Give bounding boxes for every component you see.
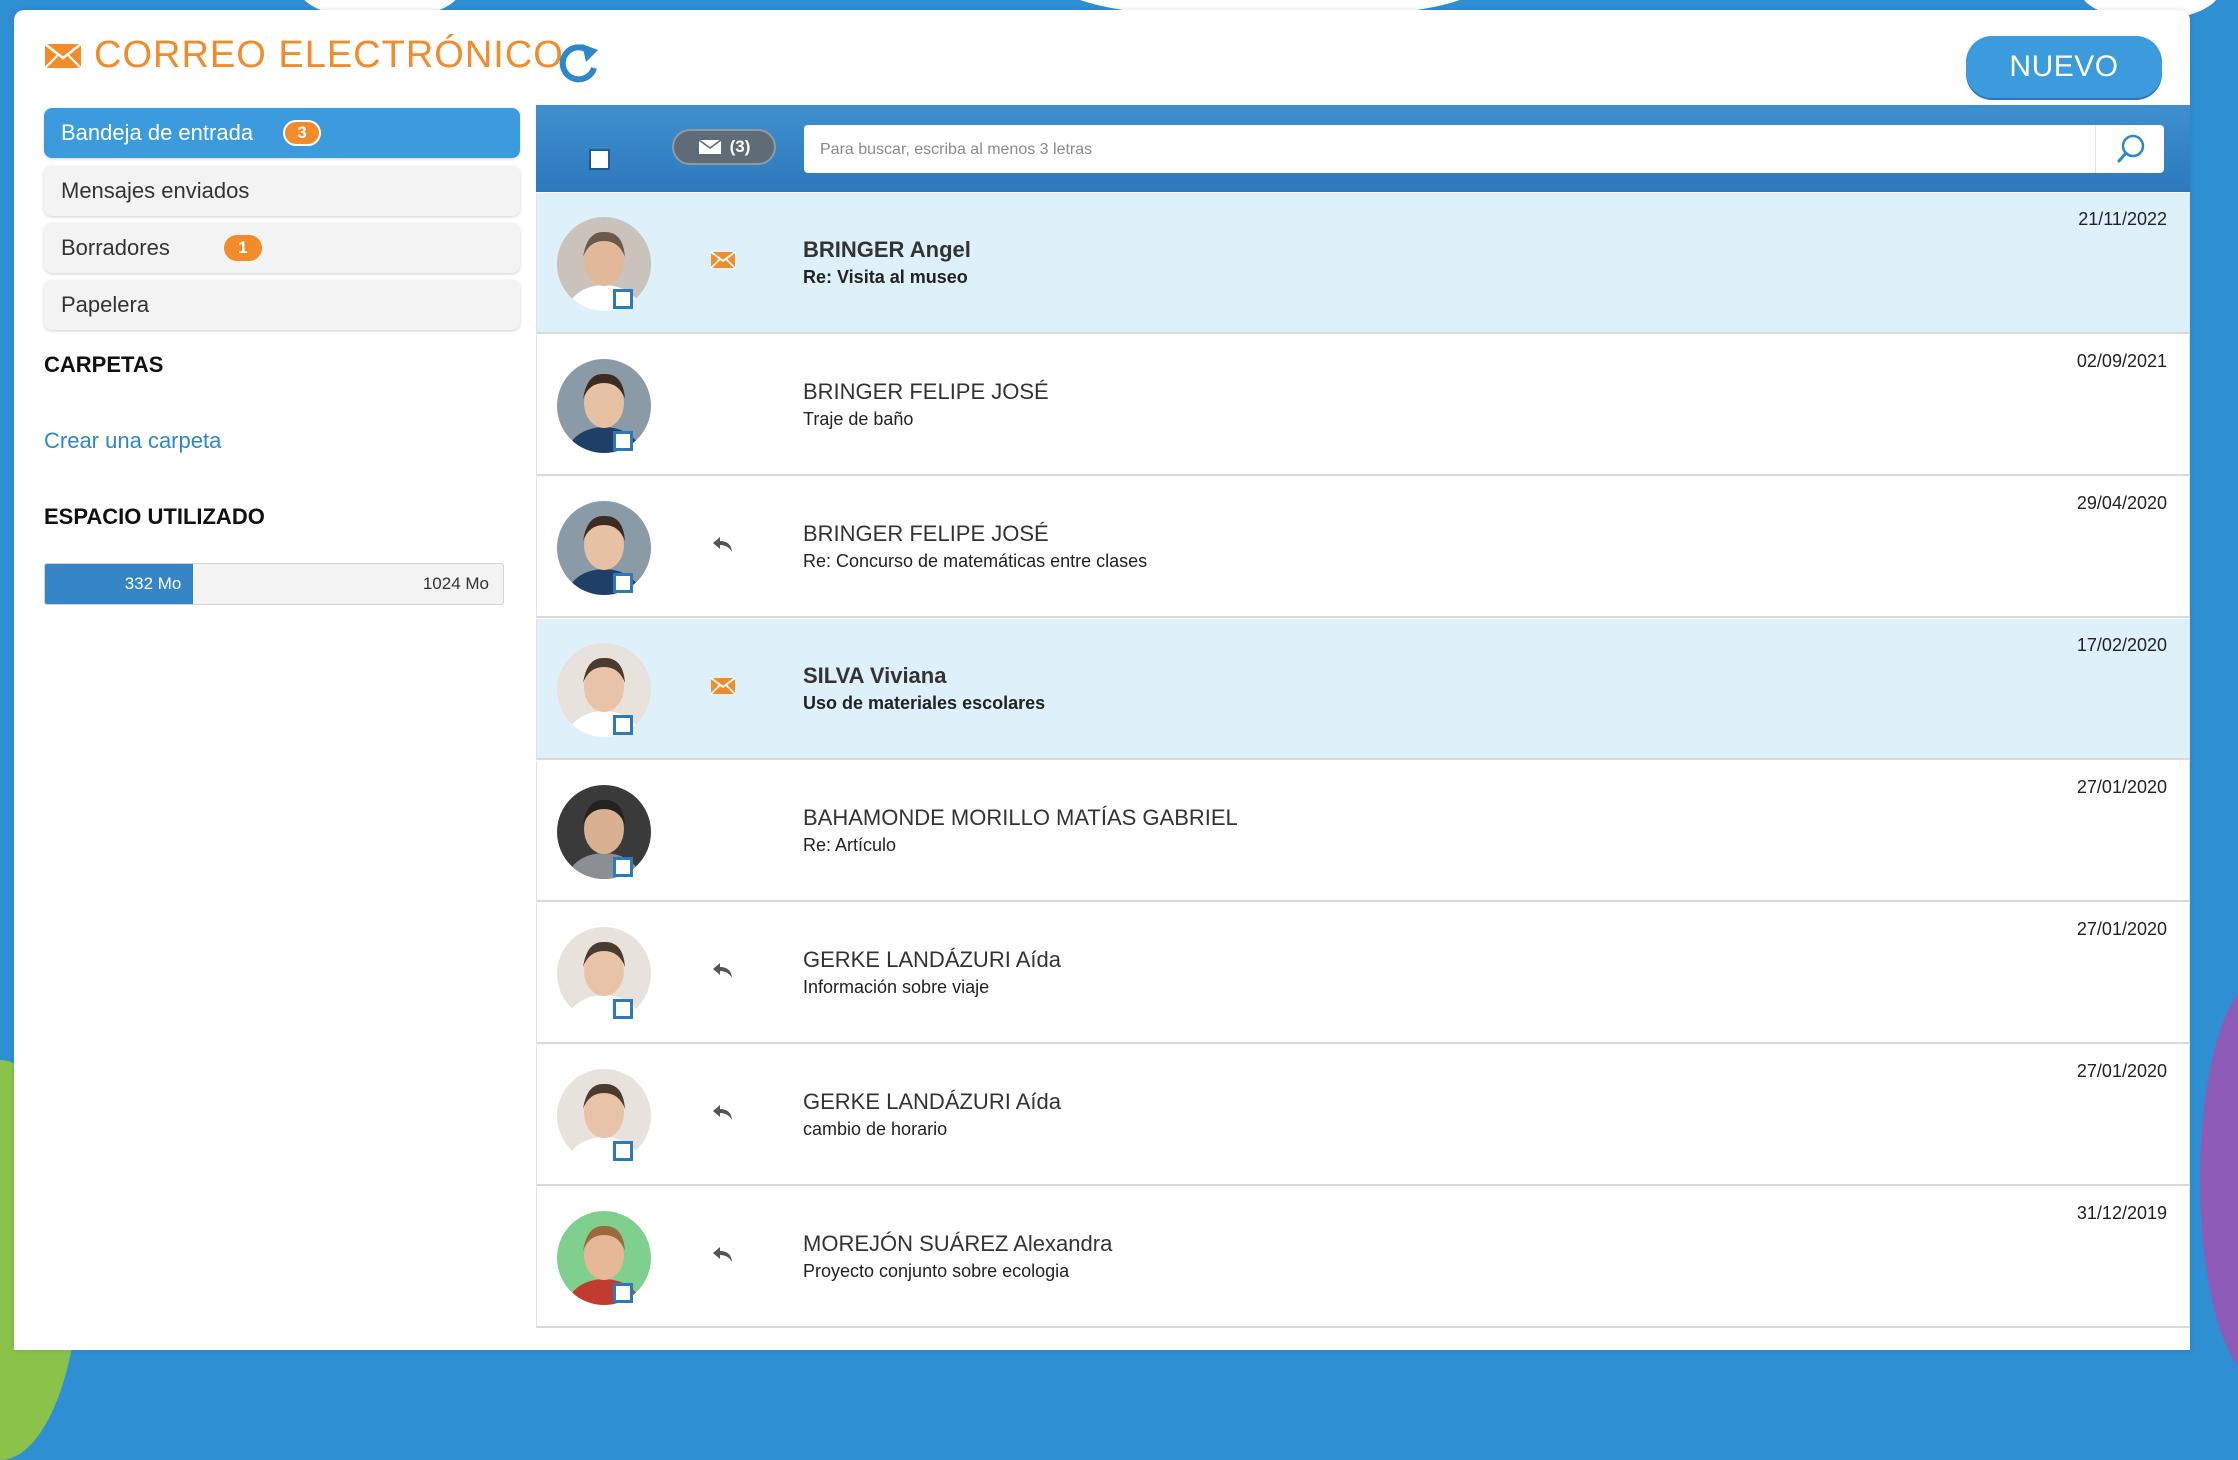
avatar bbox=[557, 359, 651, 453]
folder-sent[interactable]: Mensajes enviados bbox=[44, 166, 520, 216]
envelope-icon bbox=[698, 139, 722, 154]
avatar bbox=[557, 217, 651, 311]
row-checkbox[interactable] bbox=[613, 431, 633, 451]
new-message-button[interactable]: NUEVO MENSAJE bbox=[1966, 36, 2162, 145]
reply-icon bbox=[713, 1247, 732, 1262]
message-date: 31/12/2019 bbox=[2076, 1203, 2167, 1223]
message-row[interactable]: GERKE LANDÁZURI Aída cambio de horario 27/… bbox=[536, 1045, 2190, 1186]
folder-inbox[interactable]: Bandeja de entrada 3 bbox=[44, 108, 520, 158]
unread-badge: 3 bbox=[283, 120, 322, 146]
message-subject: Re: Concurso de matemáticas entre clases bbox=[803, 551, 1148, 571]
row-checkbox[interactable] bbox=[613, 1283, 633, 1303]
storage-usage-bar: 332 Mo 1024 Mo bbox=[44, 563, 504, 605]
envelope-icon bbox=[710, 251, 736, 269]
app-title-text: CORREO ELECTRÓNICO bbox=[94, 34, 564, 76]
message-date: 27/01/2020 bbox=[2076, 1061, 2167, 1081]
folder-trash[interactable]: Papelera bbox=[44, 280, 520, 330]
message-date: 17/02/2020 bbox=[2076, 635, 2167, 655]
message-row[interactable]: BRINGER FELIPE JOSÉ Re: Concurso de matem… bbox=[536, 477, 2190, 618]
create-folder-link[interactable]: Crear una carpeta bbox=[44, 428, 221, 454]
message-sender: BAHAMONDE MORILLO MATÍAS GABRIEL bbox=[803, 805, 1238, 830]
avatar bbox=[557, 501, 651, 595]
avatar bbox=[557, 785, 651, 879]
background-hill bbox=[2200, 980, 2238, 1380]
avatar bbox=[557, 1211, 651, 1305]
avatar bbox=[557, 927, 651, 1021]
storage-total-label: 1024 Mo bbox=[422, 574, 489, 593]
search-box bbox=[804, 125, 2164, 175]
message-date: 29/04/2020 bbox=[2076, 493, 2167, 513]
reply-icon bbox=[713, 537, 732, 552]
message-sender: SILVA Viviana bbox=[803, 663, 947, 688]
message-date: 21/11/2022 bbox=[2078, 209, 2167, 229]
refresh-icon[interactable] bbox=[556, 40, 604, 88]
envelope-icon bbox=[44, 42, 82, 69]
envelope-icon bbox=[710, 677, 736, 695]
search-icon bbox=[2117, 134, 2145, 163]
message-date: 02/09/2021 bbox=[2076, 351, 2167, 371]
unread-count: (3) bbox=[729, 137, 751, 156]
storage-used-fill: 332 Mo bbox=[45, 564, 194, 604]
reply-icon bbox=[713, 963, 732, 978]
message-row[interactable]: GERKE LANDÁZURI Aída Información sobre vi… bbox=[536, 903, 2190, 1044]
row-checkbox[interactable] bbox=[613, 289, 633, 309]
unread-filter-button[interactable]: (3) bbox=[672, 129, 776, 165]
message-row[interactable]: SILVA Viviana Uso de materiales escolares… bbox=[536, 619, 2190, 760]
storage-section-title: ESPACIO UTILIZADO bbox=[44, 504, 265, 529]
row-checkbox[interactable] bbox=[613, 573, 633, 593]
avatar bbox=[557, 1069, 651, 1163]
message-sender: BRINGER FELIPE JOSÉ bbox=[803, 521, 1049, 546]
search-button[interactable] bbox=[2095, 125, 2164, 173]
list-toolbar: (3) bbox=[536, 105, 2190, 192]
message-subject: Traje de baño bbox=[803, 409, 914, 429]
message-list: (3) BRINGER Angel Re: Visita al museo 21/1… bbox=[536, 105, 2190, 1345]
folder-label: Mensajes enviados bbox=[61, 178, 250, 203]
message-subject: cambio de horario bbox=[803, 1119, 948, 1139]
folders-section-title: CARPETAS bbox=[44, 352, 164, 377]
reply-icon bbox=[713, 1105, 732, 1120]
message-sender: GERKE LANDÁZURI Aída bbox=[803, 1089, 1061, 1114]
message-subject: Re: Visita al museo bbox=[803, 267, 968, 287]
row-checkbox[interactable] bbox=[613, 857, 633, 877]
row-checkbox[interactable] bbox=[613, 715, 633, 735]
message-date: 27/01/2020 bbox=[2076, 919, 2167, 939]
storage-used-label: 332 Mo bbox=[124, 574, 182, 593]
search-input[interactable] bbox=[804, 125, 2102, 175]
select-all-checkbox[interactable] bbox=[589, 149, 610, 170]
message-row[interactable]: MOREJÓN SUÁREZ Alexandra Proyecto conjunt… bbox=[536, 1187, 2190, 1328]
row-checkbox[interactable] bbox=[613, 999, 633, 1019]
message-sender: GERKE LANDÁZURI Aída bbox=[803, 947, 1061, 972]
message-subject: Re: Artículo bbox=[803, 835, 897, 855]
folder-drafts[interactable]: Borradores 1 bbox=[44, 223, 520, 273]
folder-label: Borradores bbox=[61, 235, 170, 260]
message-row[interactable]: BAHAMONDE MORILLO MATÍAS GABRIEL Re: Artí… bbox=[536, 761, 2190, 902]
message-row[interactable]: BRINGER Angel Re: Visita al museo 21/11/20… bbox=[536, 193, 2190, 334]
message-sender: BRINGER Angel bbox=[803, 237, 971, 262]
drafts-badge: 1 bbox=[223, 235, 262, 261]
folder-label: Papelera bbox=[61, 292, 150, 317]
message-sender: BRINGER FELIPE JOSÉ bbox=[803, 379, 1049, 404]
message-subject: Proyecto conjunto sobre ecologia bbox=[803, 1261, 1070, 1281]
row-checkbox[interactable] bbox=[613, 1141, 633, 1161]
message-date: 27/01/2020 bbox=[2076, 777, 2167, 797]
avatar bbox=[557, 643, 651, 737]
message-subject: Uso de materiales escolares bbox=[803, 693, 1046, 713]
folder-label: Bandeja de entrada bbox=[61, 120, 254, 145]
message-sender: MOREJÓN SUÁREZ Alexandra bbox=[803, 1231, 1113, 1256]
message-subject: Información sobre viaje bbox=[803, 977, 990, 997]
app-title: CORREO ELECTRÓNICO bbox=[44, 34, 564, 77]
message-row[interactable]: BRINGER FELIPE JOSÉ Traje de baño 02/09/20… bbox=[536, 335, 2190, 476]
